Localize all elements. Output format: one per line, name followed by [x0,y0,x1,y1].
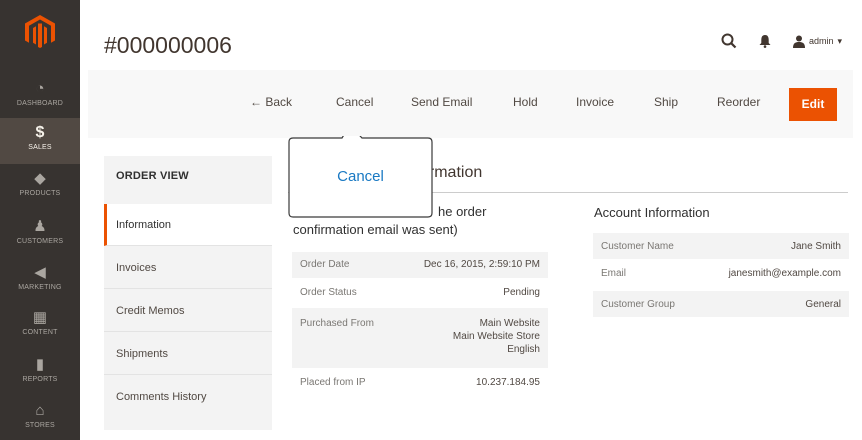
row-label: Customer Name [601,241,674,252]
nav-content[interactable]: ▦ CONTENT [0,303,80,349]
edit-button[interactable]: Edit [789,88,837,121]
row-value: Dec 16, 2015, 2:59:10 PM [423,259,540,270]
account-info-table: Customer Name Jane Smith Email janesmith… [593,233,849,321]
account-info-title: Account Information [594,205,710,220]
row-value: General [805,299,841,310]
nav-label: CONTENT [22,329,58,336]
header-actions: admin ▾ [721,30,842,52]
order-view-title: ORDER VIEW [116,170,189,182]
row-value: Main Website [479,318,540,329]
table-row: Purchased From Main Website Main Website… [292,308,548,368]
row-value: English [507,344,540,355]
nav-label: STORES [25,422,55,429]
table-row: Placed from IP 10.237.184.95 [292,368,548,398]
tab-invoices[interactable]: Invoices [104,247,272,289]
reorder-button[interactable]: Reorder [717,95,760,109]
row-label: Customer Group [601,299,675,310]
store-icon: ⌂ [35,402,45,419]
customer-name-link[interactable]: Jane Smith [791,241,841,252]
email-link[interactable]: janesmith@example.com [729,268,841,279]
row-value: 10.237.184.95 [476,377,540,388]
admin-user-menu[interactable]: admin ▾ [792,35,842,48]
invoice-button[interactable]: Invoice [576,95,614,109]
nav-label: PRODUCTS [19,190,61,197]
table-row: Email janesmith@example.com [593,259,849,287]
table-row: Order Date Dec 16, 2015, 2:59:10 PM [292,252,548,278]
nav-dashboard[interactable]: ◔ DASHBOARD [0,74,80,120]
tooltip-text: Cancel [337,168,384,185]
ship-button[interactable]: Ship [654,95,678,109]
layout-icon: ▦ [32,309,48,326]
tab-shipments[interactable]: Shipments [104,333,272,375]
nav-reports[interactable]: ▮ REPORTS [0,350,80,396]
row-value: Pending [503,287,540,298]
nav-marketing[interactable]: ◀ MARKETING [0,258,80,304]
magento-logo-icon[interactable] [24,14,56,48]
cancel-tooltip: Cancel [288,136,433,218]
nav-products[interactable]: ◆ PRODUCTS [0,164,80,210]
cube-icon: ◆ [34,170,46,187]
nav-label: DASHBOARD [16,100,64,107]
admin-sidebar: ◔ DASHBOARD $ SALES ◆ PRODUCTS ♟ CUSTOME… [0,0,80,440]
speedometer-icon: ◔ [35,80,45,97]
tab-information[interactable]: Information [104,204,272,246]
nav-label: SALES [28,144,52,151]
row-label: Email [601,268,627,279]
table-row: Customer Name Jane Smith [593,233,849,259]
table-row: Customer Group General [593,291,849,317]
nav-stores[interactable]: ⌂ STORES [0,396,80,440]
nav-sales[interactable]: $ SALES [0,118,80,164]
nav-label: CUSTOMERS [16,238,64,245]
nav-label: REPORTS [22,376,58,383]
row-value: Main Website Store [452,331,540,342]
nav-customers[interactable]: ♟ CUSTOMERS [0,212,80,258]
row-label: Order Date [300,259,350,270]
nav-label: MARKETING [18,284,62,291]
tab-credit-memos[interactable]: Credit Memos [104,290,272,332]
back-button[interactable]: ← Back [250,95,292,109]
bar-chart-icon: ▮ [35,356,45,373]
bell-icon[interactable] [759,34,771,48]
tab-comments-history[interactable]: Comments History [104,376,272,418]
cancel-button[interactable]: Cancel [336,95,373,109]
order-info-table: Order Date Dec 16, 2015, 2:59:10 PM Orde… [292,252,548,398]
hold-button[interactable]: Hold [513,95,538,109]
table-row: Order Status Pending [292,278,548,306]
chevron-down-icon: ▾ [837,35,842,46]
order-view-tabs: ORDER VIEW Information Invoices Credit M… [104,156,272,430]
admin-username: admin [808,36,834,46]
send-email-button[interactable]: Send Email [411,95,472,109]
order-title-line-2: confirmation email was sent) [293,222,458,237]
dollar-icon: $ [35,124,45,141]
user-icon [792,35,805,48]
row-label: Purchased From [300,318,374,329]
search-icon[interactable] [721,33,737,49]
row-label: Order Status [300,287,357,298]
page-actions-bar: ← Back Cancel Send Email Hold Invoice Sh… [88,70,853,138]
row-label: Placed from IP [300,377,366,388]
person-icon: ♟ [33,218,47,235]
page-title: #000000006 [104,32,232,58]
megaphone-icon: ◀ [34,264,46,281]
